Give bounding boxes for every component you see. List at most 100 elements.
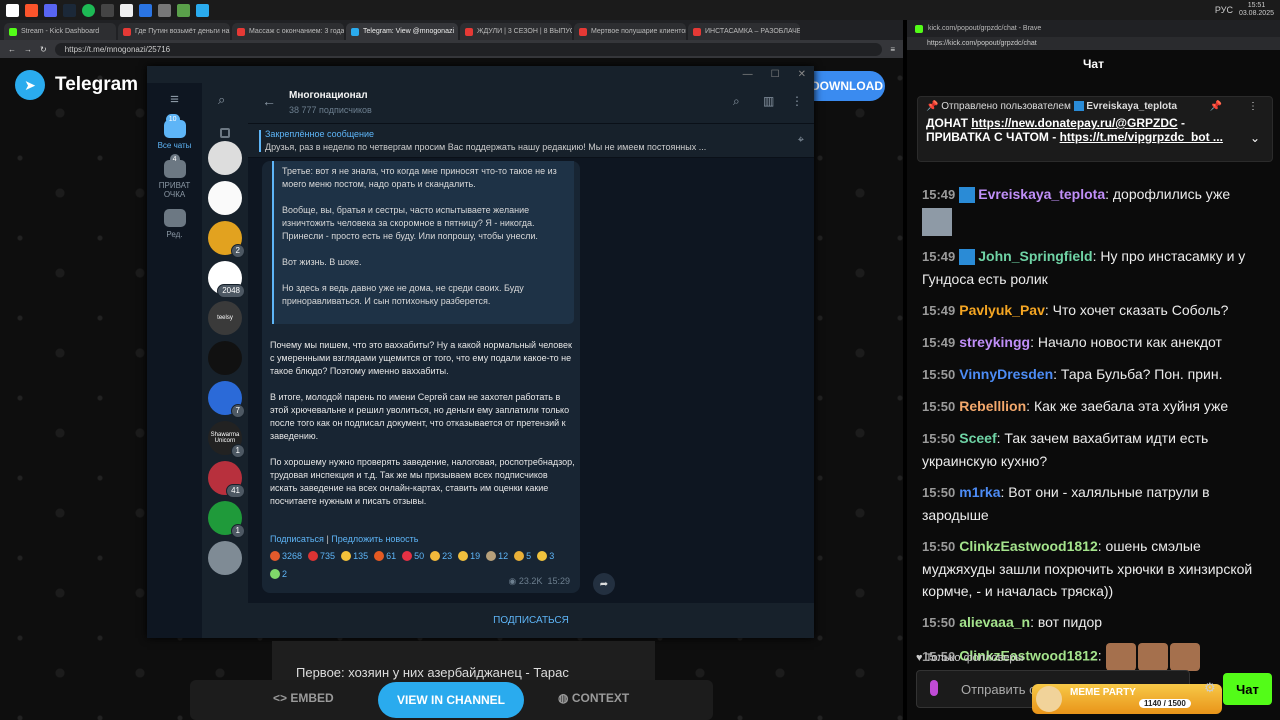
browser-tab[interactable]: Мертвое полушарие клиентов [574, 23, 686, 40]
hamburger-menu-icon[interactable]: ≡ [147, 91, 202, 108]
send-chat-button[interactable]: Чат [1223, 673, 1272, 705]
pinned-chat-message[interactable]: 📌 Отправлено пользователем Evreiskaya_te… [917, 96, 1273, 162]
maximize-icon[interactable]: ☐ [771, 69, 780, 80]
chat-avatar[interactable]: Shawarma Unicorn 1 [208, 421, 245, 458]
reaction-thumbs-up[interactable]: 23 [430, 549, 452, 563]
reaction-vomit-face[interactable]: 12 [486, 549, 508, 563]
close-icon[interactable]: ✕ [798, 69, 806, 80]
back-arrow-icon[interactable]: ← [262, 93, 276, 109]
chat-username[interactable]: Evreiskaya_teplota [978, 186, 1105, 202]
view-in-channel-button[interactable]: VIEW IN CHANNEL [378, 682, 524, 718]
context-button[interactable]: ◍ CONTEXT [558, 691, 629, 705]
donate-link[interactable]: https://new.donatepay.ru/@GRPZDC [971, 116, 1177, 130]
chat-avatar[interactable]: 2048 [208, 261, 245, 298]
browser-tab[interactable]: Stream - Kick Dashboard [4, 23, 116, 40]
chat-title[interactable]: Многонационал [289, 90, 368, 101]
chat-avatar[interactable] [208, 141, 242, 175]
embed-button[interactable]: <> EMBED [273, 691, 334, 705]
emote-icon[interactable] [1169, 643, 1200, 671]
chat-avatar[interactable]: 41 [208, 461, 245, 498]
app-icon[interactable] [139, 3, 152, 17]
emote-icon[interactable] [1105, 643, 1136, 671]
chat-avatar[interactable]: 2 [208, 221, 245, 258]
brave-icon[interactable] [25, 3, 38, 17]
folder-0[interactable]: 10 Все чаты [147, 114, 202, 150]
suggest-news-link[interactable]: Предложить новость [331, 534, 418, 544]
search-icon[interactable]: ⌕ [218, 92, 225, 108]
app-icon[interactable] [177, 3, 190, 17]
browser-tab[interactable]: ИНСТАСАМКА – РАЗОБЛАЧЕНИ [688, 23, 800, 40]
attached-image[interactable] [922, 208, 952, 236]
reaction-laughing-face[interactable]: 135 [341, 549, 368, 563]
reaction-confetti[interactable]: 2 [270, 567, 287, 581]
chat-username[interactable]: ClinkzEastwood1812 [959, 538, 1098, 554]
app-icon[interactable] [101, 3, 114, 17]
chat-avatar[interactable]: teelsy [208, 301, 242, 335]
reload-icon[interactable]: ↻ [40, 45, 47, 54]
telegram-logo[interactable]: ➤ Telegram [15, 70, 138, 100]
search-icon[interactable]: ⌕ [733, 94, 740, 109]
chat-username[interactable]: Pavlyuk_Pav [959, 302, 1045, 318]
reaction-smile-face[interactable]: 3 [537, 549, 554, 563]
more-vertical-icon[interactable]: ⋮ [791, 94, 803, 108]
pin-list-icon[interactable]: ⌖ [798, 134, 804, 147]
app-icon[interactable] [120, 3, 133, 17]
chat-username[interactable]: John_Springfield [978, 248, 1092, 264]
browser-tab[interactable]: Массаж с окончанием: 3 года н [232, 23, 344, 40]
language-indicator[interactable]: РУС [1215, 5, 1233, 15]
more-vertical-icon[interactable]: ⋮ [1248, 101, 1258, 112]
telegram-icon[interactable] [196, 3, 209, 17]
url-input[interactable]: https://kick.com/popout/grpzdc/chat [907, 37, 1280, 50]
browser-tab[interactable]: ЖДУЛИ | 3 СЕЗОН | 8 ВЫПУСК - [460, 23, 572, 40]
folder-2[interactable]: Ред. [147, 209, 202, 239]
pinned-user[interactable]: Evreiskaya_teplota [1086, 101, 1177, 112]
folder-1[interactable]: 4 ПРИВАТ ОЧКА [147, 154, 202, 199]
meme-party-widget[interactable]: MEME PARTY 1140 / 1500 [1032, 684, 1222, 714]
windows-icon[interactable] [6, 3, 19, 17]
chat-username[interactable]: Rebelllion [959, 398, 1026, 414]
clock[interactable]: 15:51 03.08.2025 [1239, 2, 1274, 18]
reaction-clown[interactable]: 5 [514, 549, 531, 563]
archive-icon[interactable] [220, 128, 230, 138]
microphone-icon[interactable] [930, 680, 938, 696]
steam-icon[interactable] [63, 3, 76, 17]
forward-icon[interactable]: → [24, 45, 32, 54]
reaction-hundred[interactable]: 735 [308, 549, 335, 563]
sidebar-toggle-icon[interactable]: ▥ [763, 94, 774, 108]
chat-username[interactable]: m1rka [959, 484, 1000, 500]
browser-tab[interactable]: Где Путин возьмёт деньги на п [118, 23, 230, 40]
chevron-down-icon[interactable]: ⌄ [1250, 131, 1260, 145]
reaction-angry-face[interactable]: 3268 [270, 549, 302, 563]
left-browser-window: Stream - Kick Dashboard Где Путин возьмёт… [0, 20, 903, 720]
app-icon[interactable] [158, 3, 171, 17]
share-icon[interactable]: ➦ [593, 573, 615, 595]
pinned-indicator [259, 130, 261, 152]
emote-icon[interactable] [1137, 643, 1168, 671]
gear-icon[interactable]: ⚙ [1204, 680, 1216, 696]
reaction-scream-face[interactable]: 19 [458, 549, 480, 563]
chat-username[interactable]: alievaaa_n [959, 614, 1030, 630]
chat-avatar[interactable] [208, 181, 242, 215]
url-input[interactable]: https://t.me/mnogonazi/25716 [54, 42, 883, 56]
chat-username[interactable]: Sceef [959, 430, 996, 446]
chat-avatar[interactable] [208, 541, 242, 575]
pinned-message-bar[interactable]: Закреплённое сообщение Друзья, раз в нед… [248, 124, 814, 158]
download-button[interactable]: DOWNLOAD [805, 71, 885, 101]
pin-icon[interactable]: 📌 [1210, 101, 1222, 112]
chat-avatar[interactable] [208, 341, 242, 375]
chat-username[interactable]: VinnyDresden [959, 366, 1053, 382]
minimize-icon[interactable]: — [743, 69, 753, 80]
subscribe-button[interactable]: ПОДПИСАТЬСЯ [248, 603, 814, 638]
chat-avatar[interactable]: 1 [208, 501, 245, 538]
reaction-rage-face[interactable]: 61 [374, 549, 396, 563]
reaction-heart[interactable]: 50 [402, 549, 424, 563]
chat-username[interactable]: streykingg [959, 334, 1030, 350]
spotify-icon[interactable] [82, 3, 95, 17]
back-icon[interactable]: ← [8, 45, 16, 54]
browser-tab[interactable]: Telegram: View @mnogonazi [346, 23, 458, 40]
discord-icon[interactable] [44, 3, 57, 17]
menu-icon[interactable]: ≡ [890, 45, 895, 54]
chat-avatar[interactable]: 7 [208, 381, 245, 418]
private-chat-link[interactable]: https://t.me/vipgrpzdc_bot ... [1060, 130, 1223, 144]
subscribe-link[interactable]: Подписаться [270, 534, 324, 544]
